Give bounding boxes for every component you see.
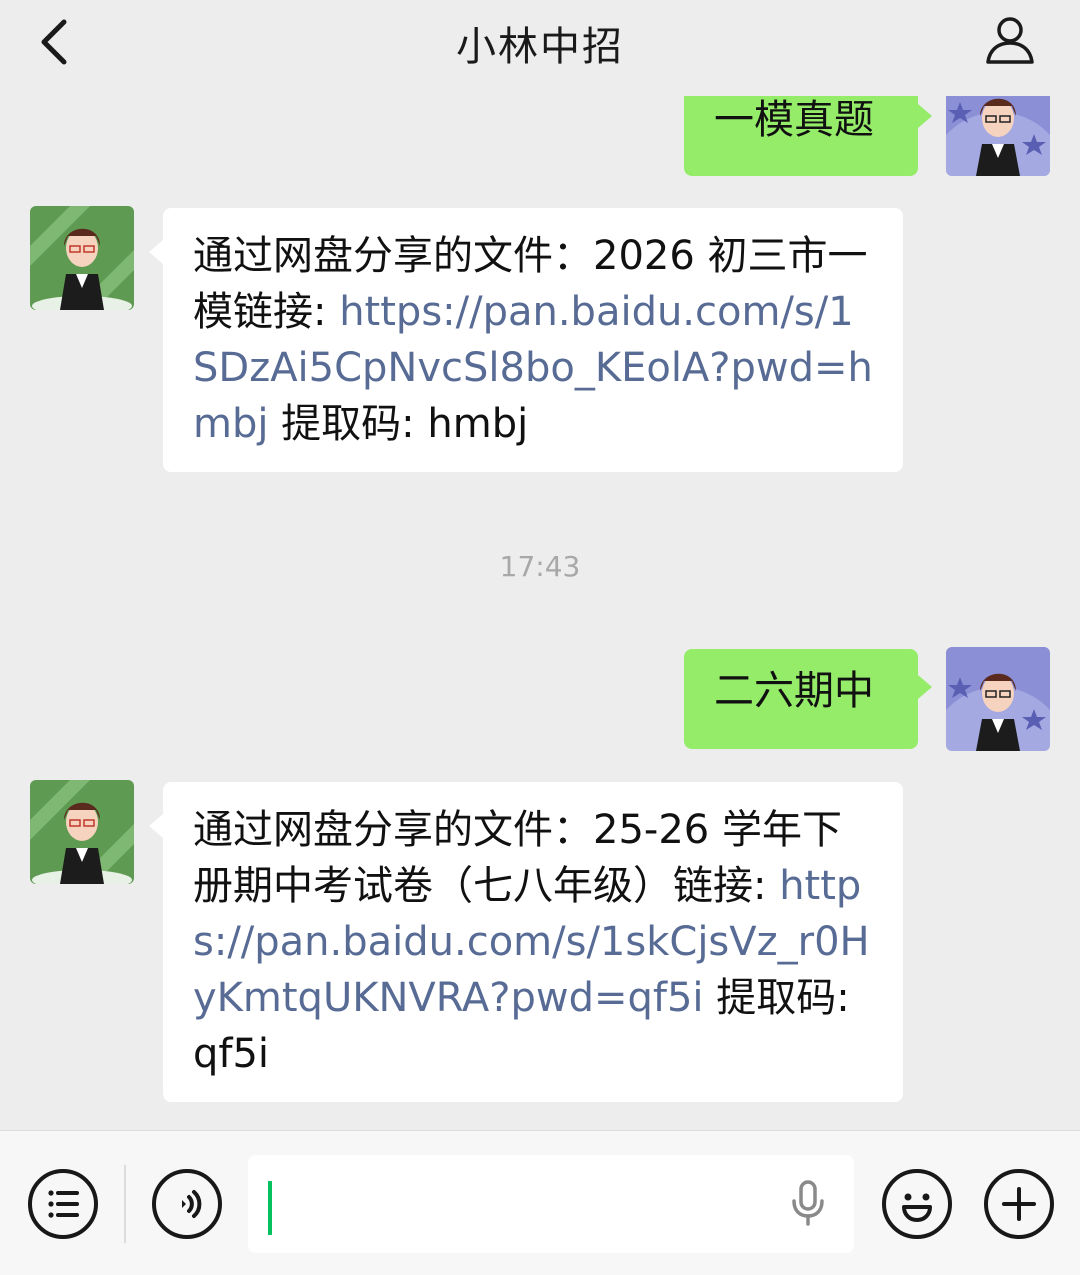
menu-button[interactable] (28, 1169, 98, 1239)
avatar-image (946, 96, 1050, 176)
avatar-image (30, 780, 134, 884)
my-avatar[interactable] (946, 647, 1050, 751)
message-text-prefix: 通过网盘分享的文件：25-26 学年下册期中考试卷（七八年级）链接: (193, 807, 842, 909)
list-menu-icon (48, 1190, 79, 1218)
sent-message-bubble[interactable]: 一模真题 (684, 96, 932, 176)
more-button[interactable] (984, 1169, 1054, 1239)
divider (124, 1165, 126, 1243)
message-timestamp: 17:43 (499, 550, 581, 583)
message-text: 二六期中 (714, 668, 874, 714)
message-list[interactable]: 一模真题 通过网盘分享的文件：2026 初三市一模链接: https://pan… (0, 96, 1080, 1130)
emoji-button[interactable] (882, 1169, 952, 1239)
person-icon (986, 17, 1034, 64)
avatar-image (30, 206, 134, 310)
received-message-bubble[interactable]: 通过网盘分享的文件：25-26 学年下册期中考试卷（七八年级）链接: https… (149, 782, 903, 1102)
microphone-icon[interactable] (788, 1179, 828, 1229)
avatar-image (946, 647, 1050, 751)
sent-message-bubble[interactable]: 二六期中 (684, 649, 932, 749)
contact-avatar[interactable] (30, 780, 134, 884)
message-text-suffix: 提取码: hmbj (268, 401, 529, 447)
chat-screen: 小林中招 一模真题 通过网盘分享的文件：2026 初三市一模链接: https:… (0, 0, 1080, 1275)
voice-toggle-icon (182, 1190, 202, 1218)
chat-title: 小林中招 (456, 24, 624, 70)
message-input[interactable] (248, 1155, 854, 1253)
chat-input-bar (0, 1130, 1080, 1275)
my-avatar[interactable] (946, 96, 1050, 176)
message-text: 一模真题 (714, 97, 874, 143)
plus-icon (1002, 1187, 1036, 1221)
voice-button[interactable] (152, 1169, 222, 1239)
emoji-icon (902, 1193, 932, 1222)
contact-avatar[interactable] (30, 206, 134, 310)
text-caret (268, 1181, 272, 1235)
chat-info-button[interactable] (980, 10, 1040, 70)
chat-header: 小林中招 (0, 0, 1080, 96)
received-message-bubble[interactable]: 通过网盘分享的文件：2026 初三市一模链接: https://pan.baid… (149, 208, 903, 472)
